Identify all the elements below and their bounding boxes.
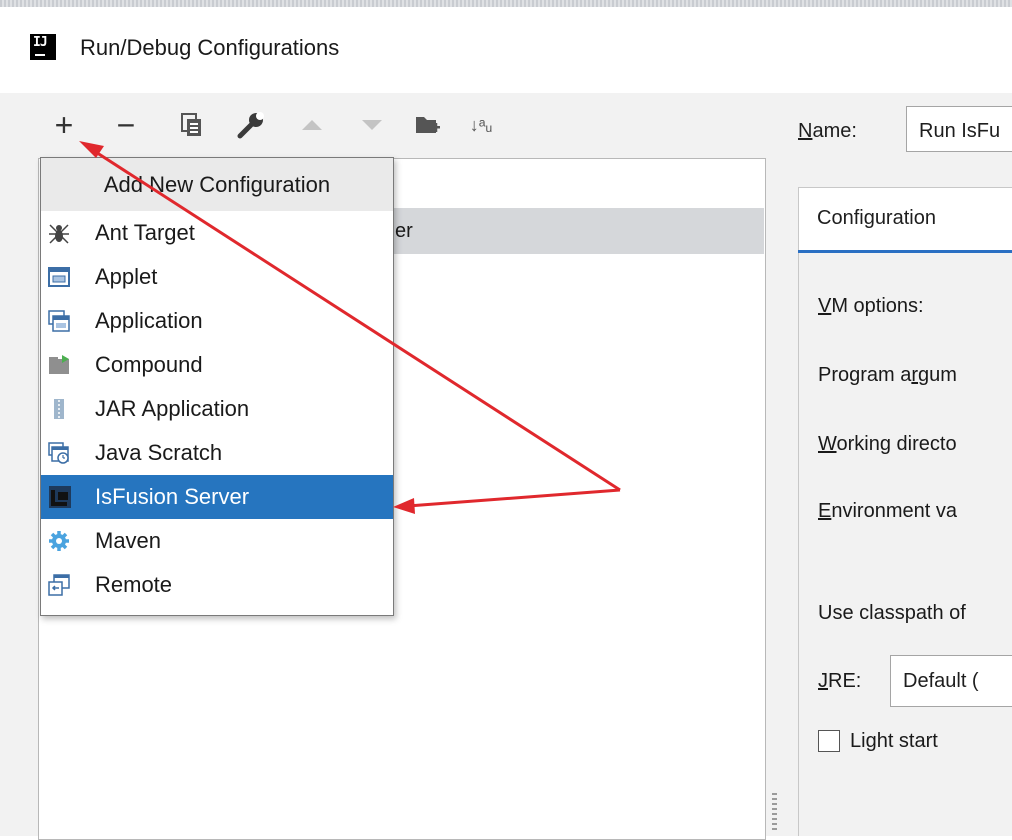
use-classpath-label: Use classpath of <box>818 602 966 624</box>
copy-icon <box>181 113 201 136</box>
name-field[interactable]: Run IsFu <box>906 106 1012 152</box>
arrow-up-icon <box>302 120 322 130</box>
tab-configuration[interactable]: Configuration <box>798 187 1012 252</box>
program-arguments-label: Program argum <box>818 364 957 386</box>
menu-item-applet[interactable]: Applet <box>41 255 393 299</box>
intellij-icon: IJ <box>30 34 56 60</box>
sort-button[interactable]: ↓ᵃᵤ <box>464 108 498 142</box>
menu-item-maven[interactable]: Maven <box>41 519 393 563</box>
menu-item-ant-target[interactable]: Ant Target <box>41 211 393 255</box>
menu-item-label: Ant Target <box>95 220 195 245</box>
menu-item-compound[interactable]: Compound <box>41 343 393 387</box>
compound-icon <box>49 355 69 374</box>
menu-item-label: Application <box>95 308 203 333</box>
working-directory-label: Working directo <box>818 433 957 455</box>
tab-configuration-label: Configuration <box>817 207 936 229</box>
tree-row-label: er <box>395 220 413 242</box>
menu-item-label: IsFusion Server <box>95 484 250 509</box>
add-button[interactable]: + <box>50 106 78 143</box>
name-label: Name: <box>798 120 857 142</box>
menu-item-jar-application[interactable]: JAR Application <box>41 387 393 431</box>
sort-alpha-icon: ↓ᵃᵤ <box>469 114 493 135</box>
minus-icon: − <box>116 106 136 143</box>
folder-add-icon <box>416 117 440 133</box>
isfusion-icon <box>49 486 71 508</box>
maven-icon <box>49 531 69 551</box>
light-start-checkbox[interactable] <box>818 730 840 752</box>
popup-header: Add New Configuration <box>41 158 393 211</box>
copy-button[interactable] <box>178 108 206 142</box>
tab-underline <box>798 250 1012 253</box>
move-down-button[interactable] <box>358 108 386 142</box>
remote-icon <box>48 574 70 596</box>
move-up-button[interactable] <box>298 108 326 142</box>
edit-defaults-button[interactable] <box>234 108 268 142</box>
menu-item-label: Maven <box>95 528 162 553</box>
menu-item-application[interactable]: Application <box>41 299 393 343</box>
plus-icon: + <box>54 106 74 143</box>
jar-icon <box>54 399 64 419</box>
wrench-icon <box>237 112 264 139</box>
environment-variables-label: Environment va <box>818 500 957 522</box>
light-start-label: Light start <box>850 730 938 752</box>
window-top-border <box>0 0 1012 7</box>
arrow-down-icon <box>362 120 382 130</box>
menu-item-label: Compound <box>95 352 203 377</box>
menu-item-label: Applet <box>95 264 158 289</box>
java-scratch-icon <box>48 442 69 464</box>
application-icon <box>48 310 70 332</box>
menu-item-remote[interactable]: Remote <box>41 563 393 607</box>
applet-icon <box>48 267 70 287</box>
title-bar: IJ Run/Debug Configurations <box>0 7 1012 93</box>
splitter-handle[interactable] <box>772 793 777 833</box>
name-field-value: Run IsFu <box>919 120 1001 142</box>
menu-item-isfusion-server[interactable]: IsFusion Server <box>41 475 393 519</box>
jre-select-value: Default ( <box>903 670 979 692</box>
ant-icon <box>49 224 69 244</box>
remove-button[interactable]: − <box>112 106 140 143</box>
vm-options-label: VM options: <box>818 295 924 317</box>
add-configuration-popup: Add New Configuration Ant Target Applet … <box>40 157 394 616</box>
jre-select[interactable]: Default ( <box>890 655 1012 707</box>
menu-item-label: Java Scratch <box>95 440 223 465</box>
app-icon-text: IJ <box>33 35 48 50</box>
menu-item-java-scratch[interactable]: Java Scratch <box>41 431 393 475</box>
jre-label: JRE: <box>818 670 862 692</box>
menu-item-label: JAR Application <box>95 396 250 421</box>
menu-item-label: Remote <box>95 572 173 597</box>
new-folder-button[interactable] <box>412 108 444 142</box>
dialog-title: Run/Debug Configurations <box>80 35 340 60</box>
